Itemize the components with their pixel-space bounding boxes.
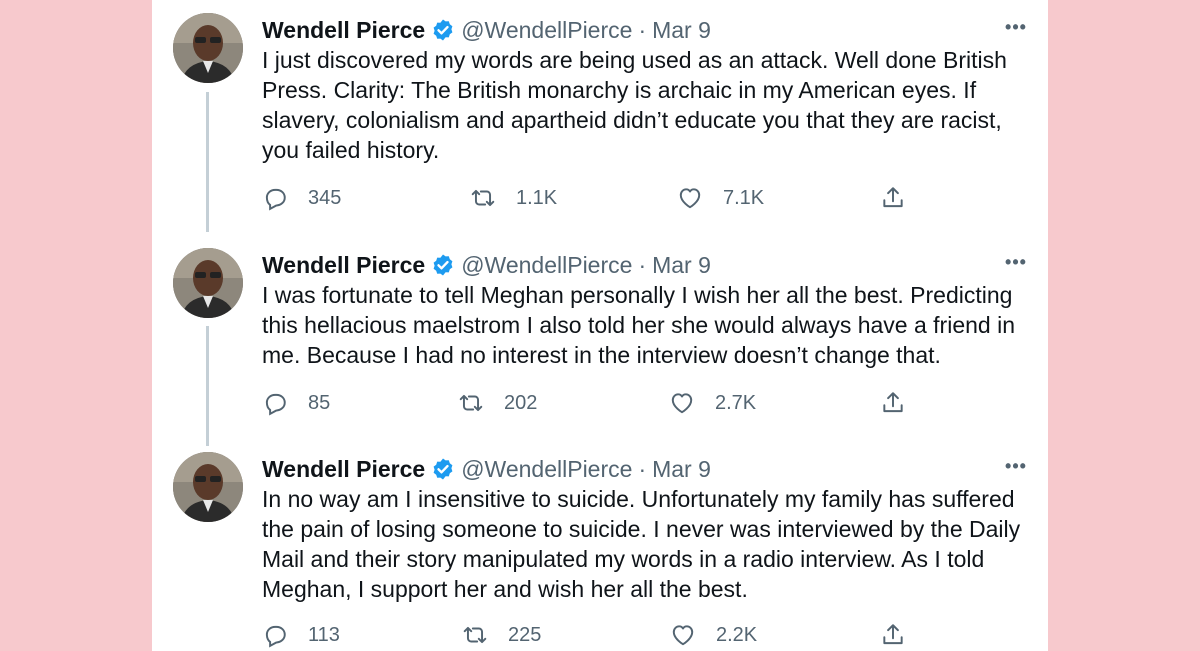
tweet-text: In no way am I insensitive to suicide. U… <box>262 486 1021 602</box>
share-icon <box>883 187 903 208</box>
share-icon <box>883 392 903 413</box>
reply-count: 345 <box>308 187 342 209</box>
reply-count: 113 <box>308 624 340 646</box>
tweet-header: Wendell Pierce @WendellPierce · Mar 9 <box>262 452 711 486</box>
reply-button[interactable]: 113 <box>262 620 340 650</box>
tweet-actions: 345 1.1K 7.1K <box>262 183 922 213</box>
tweet-thread-panel: Wendell Pierce @WendellPierce · Mar 9 ••… <box>152 0 1048 651</box>
reply-count: 85 <box>308 392 331 414</box>
tweet-date[interactable]: Mar 9 <box>652 248 711 282</box>
tweet-actions: 85 202 2.7K <box>262 388 922 418</box>
retweet-icon <box>471 189 495 207</box>
tweet-header: Wendell Pierce @WendellPierce · Mar 9 <box>262 248 711 282</box>
avatar-image <box>173 452 243 522</box>
tweet-text: I just discovered my words are being use… <box>262 47 1007 163</box>
author-name[interactable]: Wendell Pierce <box>262 13 425 47</box>
heart-icon <box>672 625 694 646</box>
reply-icon <box>265 393 286 416</box>
reply-button[interactable]: 85 <box>262 388 330 418</box>
thread-connector-line <box>206 326 209 446</box>
author-handle[interactable]: @WendellPierce <box>461 452 632 486</box>
avatar[interactable] <box>173 248 243 318</box>
separator-dot: · <box>638 456 647 482</box>
author-name[interactable]: Wendell Pierce <box>262 248 425 282</box>
author-handle[interactable]: @WendellPierce <box>461 248 632 282</box>
tweet-date[interactable]: Mar 9 <box>652 13 711 47</box>
share-button[interactable] <box>880 183 926 213</box>
share-button[interactable] <box>880 388 926 418</box>
share-button[interactable] <box>880 620 926 650</box>
tweet-header: Wendell Pierce @WendellPierce · Mar 9 <box>262 13 711 47</box>
tweet-actions: 113 225 2.2K <box>262 620 922 650</box>
verified-badge-icon <box>433 458 453 480</box>
more-icon[interactable]: ••• <box>1002 252 1030 276</box>
avatar-image <box>173 248 243 318</box>
verified-badge-icon <box>433 254 453 276</box>
retweet-button[interactable]: 202 <box>458 388 537 418</box>
author-name[interactable]: Wendell Pierce <box>262 452 425 486</box>
thread-connector-line <box>206 92 209 232</box>
like-count: 7.1K <box>723 187 765 209</box>
avatar[interactable] <box>173 452 243 522</box>
like-button[interactable]: 2.2K <box>670 620 757 650</box>
separator-dot: · <box>638 17 647 43</box>
tweet-text: I was fortunate to tell Meghan personall… <box>262 282 1015 368</box>
like-count: 2.7K <box>715 392 757 414</box>
retweet-icon <box>463 626 487 644</box>
reply-icon <box>265 188 286 211</box>
more-icon[interactable]: ••• <box>1002 17 1030 41</box>
retweet-button[interactable]: 225 <box>462 620 541 650</box>
reply-icon <box>265 625 286 648</box>
retweet-count: 225 <box>508 624 542 646</box>
share-icon <box>883 624 903 645</box>
avatar-image <box>173 13 243 83</box>
avatar[interactable] <box>173 13 243 83</box>
heart-icon <box>671 393 693 414</box>
retweet-count: 1.1K <box>516 187 558 209</box>
retweet-count: 202 <box>504 392 538 414</box>
author-handle[interactable]: @WendellPierce <box>461 13 632 47</box>
tweet-date[interactable]: Mar 9 <box>652 452 711 486</box>
verified-badge-icon <box>433 19 453 41</box>
like-button[interactable]: 7.1K <box>677 183 764 213</box>
retweet-button[interactable]: 1.1K <box>470 183 557 213</box>
heart-icon <box>679 188 701 209</box>
separator-dot: · <box>638 252 647 278</box>
like-count: 2.2K <box>716 624 758 646</box>
like-button[interactable]: 2.7K <box>669 388 756 418</box>
retweet-icon <box>459 394 483 412</box>
reply-button[interactable]: 345 <box>262 183 341 213</box>
more-icon[interactable]: ••• <box>1002 456 1030 480</box>
